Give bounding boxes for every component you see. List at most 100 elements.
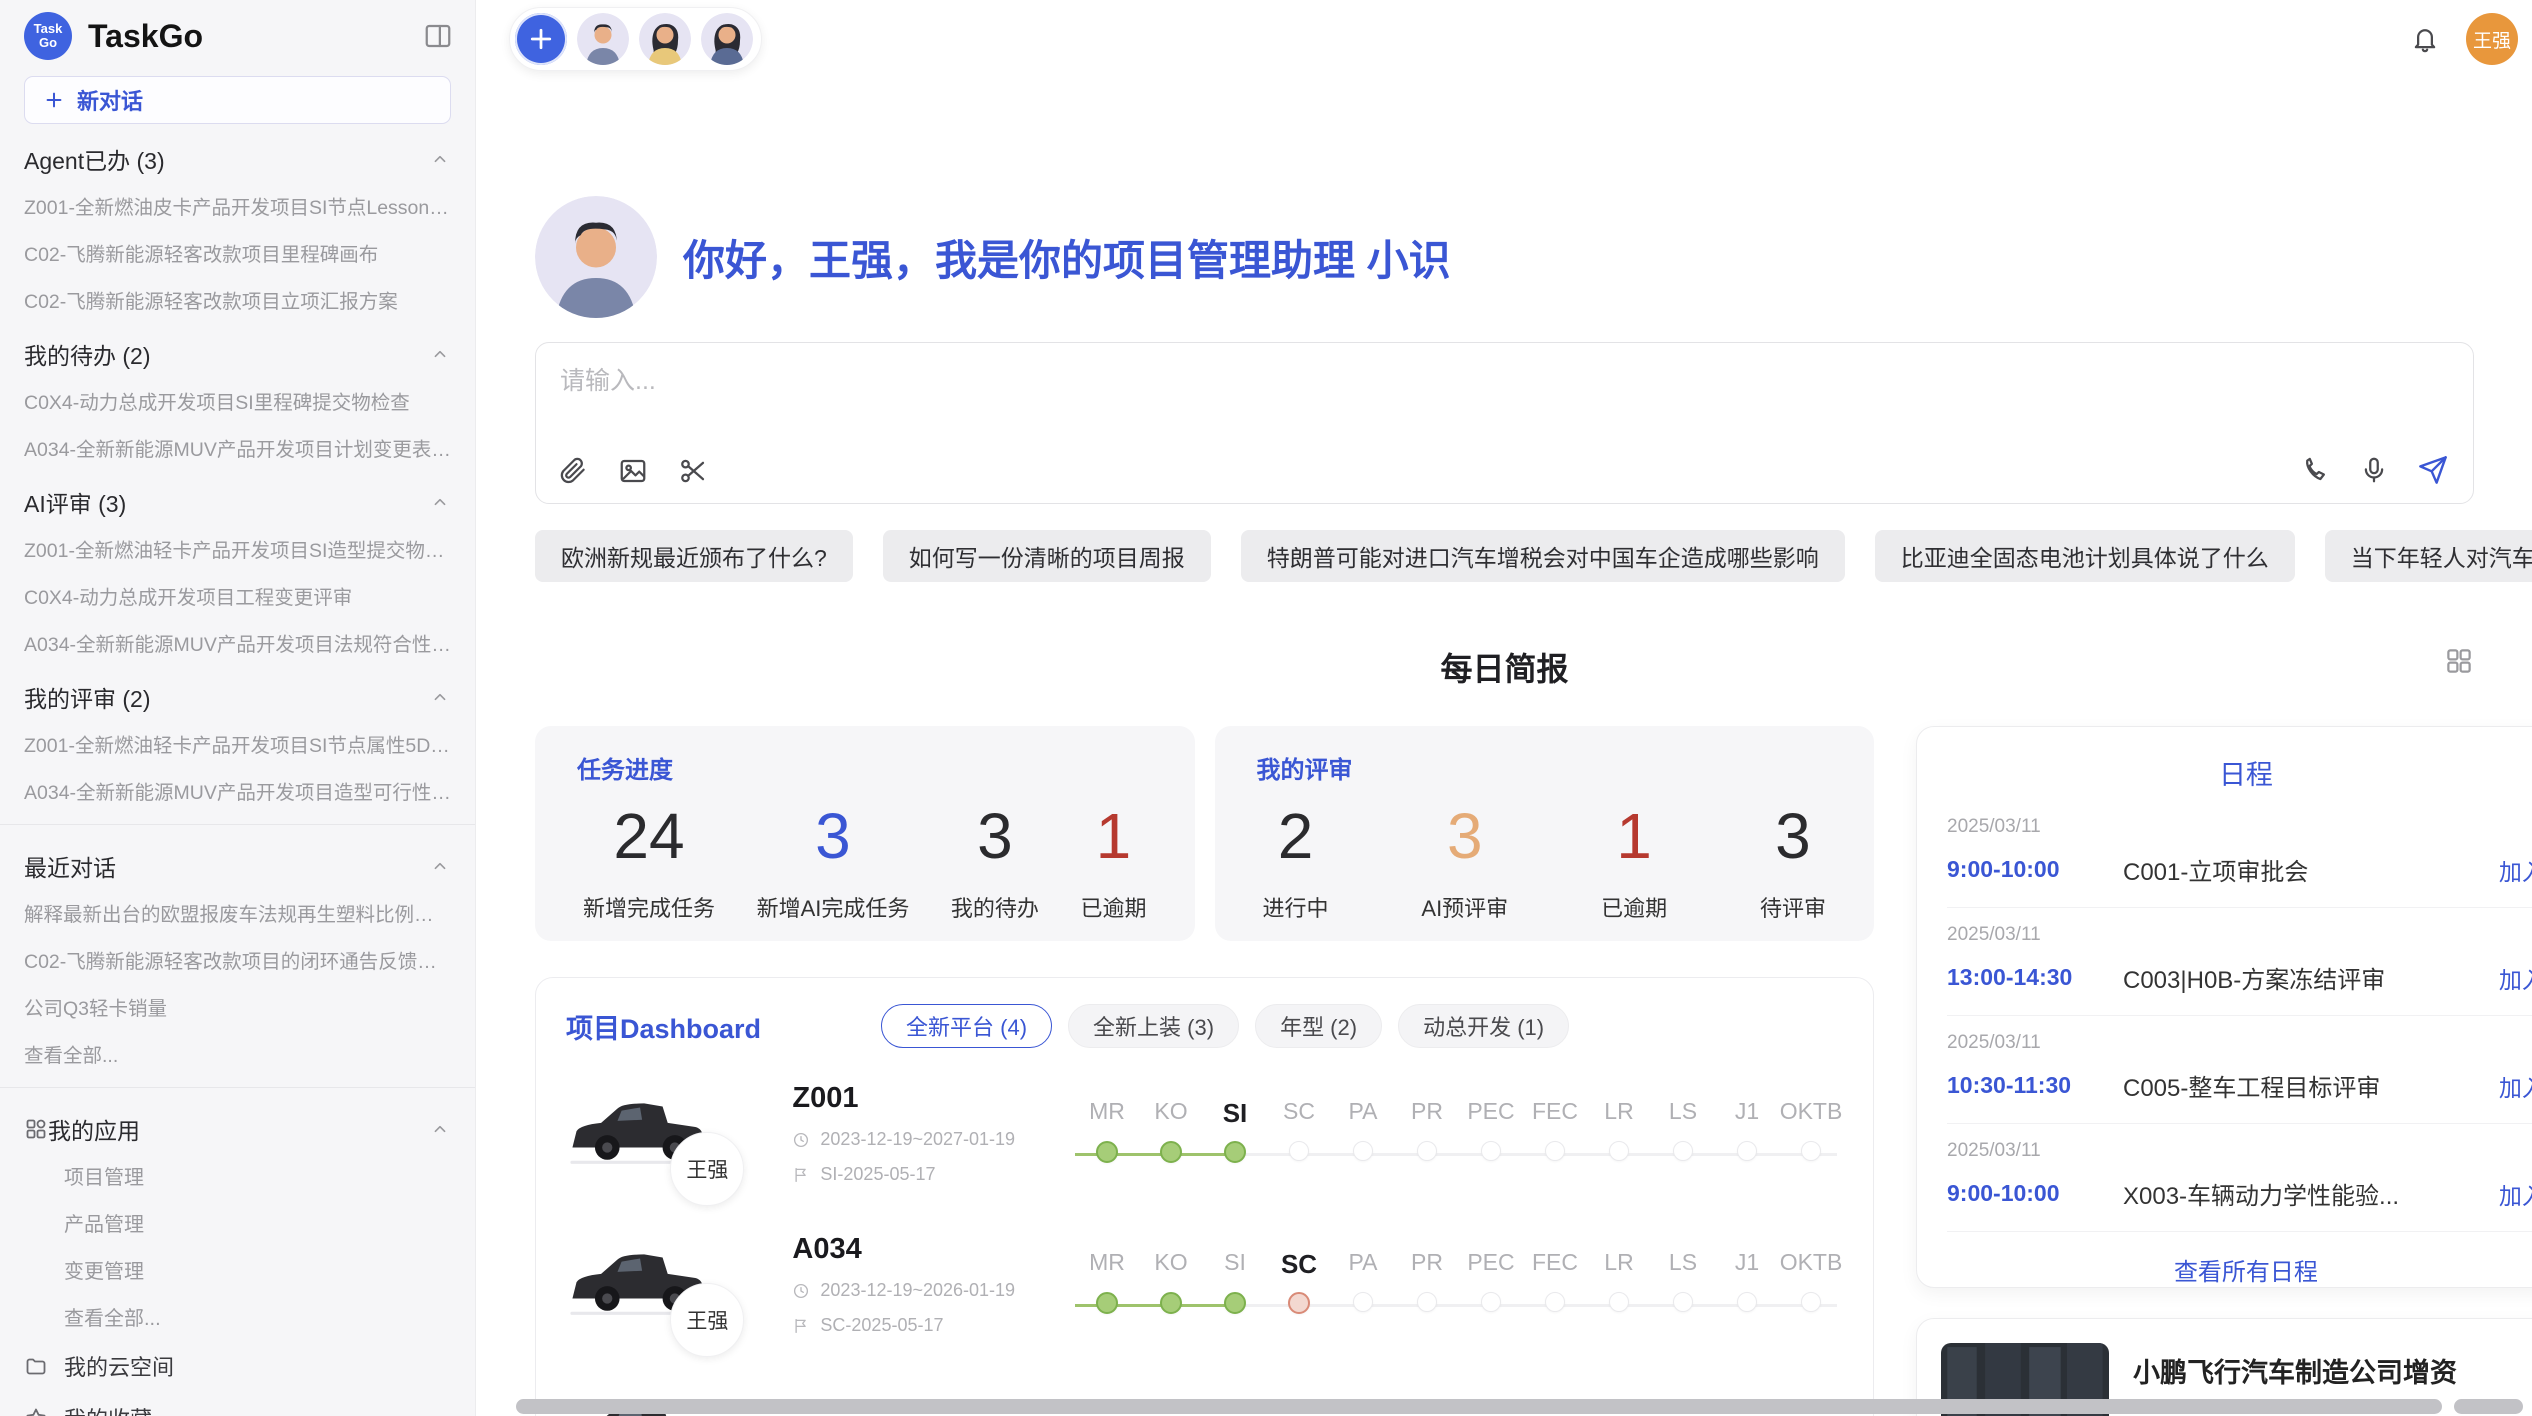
sidebar-item-star[interactable]: 我的收藏	[0, 1392, 475, 1416]
plus-icon	[526, 24, 556, 54]
view-all-schedule-link[interactable]: 查看所有日程	[1947, 1232, 2532, 1287]
schedule-date: 2025/03/11	[1947, 924, 2532, 946]
chat-input[interactable]	[558, 359, 2062, 433]
attach-file-button[interactable]	[558, 456, 588, 489]
join-link[interactable]: 加入	[2499, 853, 2532, 887]
dashboard-tab[interactable]: 全新平台 (4)	[881, 1004, 1052, 1048]
member-avatar[interactable]	[639, 13, 691, 65]
sidebar-item[interactable]: A034-全新新能源MUV产品开发项目计划变更表编写	[0, 424, 475, 471]
stat: 24新增完成任务	[583, 785, 715, 923]
chat-input-box[interactable]	[535, 342, 2474, 504]
sidebar-section-header[interactable]: Agent已办 (3)	[0, 128, 475, 182]
view-all-link[interactable]: 查看全部...	[0, 1030, 475, 1077]
dashboard-tab[interactable]: 年型 (2)	[1255, 1004, 1382, 1048]
flag-icon	[792, 1166, 810, 1184]
join-link[interactable]: 加入	[2499, 1177, 2532, 1211]
horizontal-scrollbar-thumb[interactable]	[516, 1399, 2442, 1414]
milestone-labels: MRKOSISCPAPRPECFECLRLSJ1OKTB	[1075, 1249, 1843, 1280]
sidebar-section-title: AI评审 (3)	[24, 485, 429, 519]
sidebar-item[interactable]: C02-飞腾新能源轻客改款项目里程碑画布	[0, 229, 475, 276]
microphone-icon	[2359, 455, 2389, 485]
send-button[interactable]	[2417, 454, 2449, 489]
sidebar-section-header[interactable]: 我的待办 (2)	[0, 323, 475, 377]
sidebar-item[interactable]: Z001-全新燃油轻卡产品开发项目SI造型提交物评审	[0, 525, 475, 572]
notification-bell-icon[interactable]	[2410, 24, 2440, 54]
member-avatar[interactable]	[701, 13, 753, 65]
sidebar-app-item[interactable]: 项目管理	[0, 1152, 475, 1199]
sidebar-section-header[interactable]: 我的评审 (2)	[0, 666, 475, 720]
sidebar-item[interactable]: C0X4-动力总成开发项目SI里程碑提交物检查	[0, 377, 475, 424]
milestone-dot	[1289, 1141, 1309, 1161]
stat-items: 2进行中3AI预评审1已逾期3待评审	[1257, 785, 1833, 923]
app-logo-line1: Task	[34, 22, 63, 36]
sidebar-item[interactable]: A034-全新新能源MUV产品开发项目造型可行性评审	[0, 767, 475, 814]
sidebar-item-cloud-folder[interactable]: 我的云空间	[0, 1340, 475, 1392]
sidebar-section-header[interactable]: AI评审 (3)	[0, 471, 475, 525]
dashboard-tab[interactable]: 全新上装 (3)	[1068, 1004, 1239, 1048]
topbar-right: 王强	[2410, 13, 2518, 65]
sidebar-item[interactable]: C0X4-动力总成开发项目工程变更评审	[0, 572, 475, 619]
project-list: 王强Z0012023-12-19~2027-01-19SI-2025-05-17…	[536, 1056, 1873, 1416]
sidebar-item[interactable]: Z001-全新燃油轻卡产品开发项目SI节点属性5D文件评审	[0, 720, 475, 767]
milestone-label: SI	[1203, 1098, 1267, 1129]
project-date-range: 2023-12-19~2026-01-19	[792, 1280, 1035, 1301]
milestone-label: OKTB	[1779, 1098, 1843, 1129]
sidebar-scroll: Agent已办 (3)Z001-全新燃油皮卡产品开发项目SI节点Lesson L…	[0, 128, 475, 1416]
view-all-link[interactable]: 查看全部...	[0, 1293, 475, 1340]
voice-call-button[interactable]	[2301, 455, 2331, 488]
sidebar-section-header[interactable]: 我的应用	[0, 1098, 475, 1152]
join-link[interactable]: 加入	[2499, 961, 2532, 995]
sidebar-item[interactable]: Z001-全新燃油皮卡产品开发项目SI节点Lesson Learn报告	[0, 182, 475, 229]
stat-items: 24新增完成任务3新增AI完成任务3我的待办1已逾期	[577, 785, 1153, 923]
suggestion-chip[interactable]: 如何写一份清晰的项目周报	[883, 530, 1211, 582]
topbar: 王强	[476, 0, 2532, 72]
add-member-button[interactable]	[515, 13, 567, 65]
snippet-button[interactable]	[678, 456, 708, 489]
milestone-dot	[1737, 1141, 1757, 1161]
sidebar-collapse-icon[interactable]	[423, 21, 453, 51]
horizontal-scrollbar-corner[interactable]	[2454, 1399, 2523, 1414]
user-avatar[interactable]: 王强	[2466, 13, 2518, 65]
chevron-up-icon	[429, 343, 451, 365]
join-link[interactable]: 加入	[2499, 1069, 2532, 1103]
schedule-time: 9:00-10:00	[1947, 856, 2123, 883]
new-chat-button[interactable]: 新对话	[24, 76, 451, 124]
suggestion-chips: 欧洲新规最近颁布了什么? 如何写一份清晰的项目周报特朗普可能对进口汽车增税会对中国…	[535, 530, 2474, 582]
layout-toggle-button[interactable]	[2444, 646, 2474, 679]
milestone-dot	[1160, 1141, 1182, 1163]
sidebar-app-item[interactable]: 产品管理	[0, 1199, 475, 1246]
sidebar-item[interactable]: C02-飞腾新能源轻客改款项目立项汇报方案	[0, 276, 475, 323]
sidebar-header: Task Go TaskGo	[0, 0, 475, 66]
suggestion-chip[interactable]: 比亚迪全固态电池计划具体说了什么	[1875, 530, 2295, 582]
stat-card-title: 我的评审	[1257, 750, 1833, 785]
sidebar-item[interactable]: A034-全新新能源MUV产品开发项目法规符合性评审	[0, 619, 475, 666]
milestone-label: MR	[1075, 1249, 1139, 1280]
dashboard-tabs: 全新平台 (4) 全新上装 (3) 年型 (2) 动总开发 (1)	[881, 1004, 1569, 1048]
milestone-dot-cell	[1523, 1292, 1587, 1314]
project-row[interactable]: 王强A0342023-12-19~2026-01-19SC-2025-05-17…	[536, 1207, 1873, 1358]
project-row[interactable]: 王强Z0012023-12-19~2027-01-19SI-2025-05-17…	[536, 1056, 1873, 1207]
suggestion-chip[interactable]: 当下年轻人对汽车外观有怎样的喜好趋势	[2325, 530, 2532, 582]
milestone-dot	[1224, 1292, 1246, 1314]
attach-image-button[interactable]	[618, 456, 648, 489]
sidebar-item[interactable]: 公司Q3轻卡销量	[0, 983, 475, 1030]
milestone-dot-cell	[1203, 1141, 1267, 1163]
sidebar-section-title: 最近对话	[24, 849, 429, 883]
sidebar-app-item[interactable]: 变更管理	[0, 1246, 475, 1293]
sidebar-item[interactable]: C02-飞腾新能源轻客改款项目的闭环通告反馈情况	[0, 936, 475, 983]
milestone-dot	[1353, 1141, 1373, 1161]
milestone-dot	[1673, 1141, 1693, 1161]
sidebar-section-title: 我的应用	[48, 1112, 429, 1146]
sidebar-section-header[interactable]: 最近对话	[0, 835, 475, 889]
cloud-folder-icon	[24, 1354, 48, 1378]
input-attachments	[558, 456, 708, 489]
microphone-button[interactable]	[2359, 455, 2389, 488]
member-avatar[interactable]	[577, 13, 629, 65]
suggestion-chip[interactable]: 欧洲新规最近颁布了什么?	[535, 530, 853, 582]
schedule-time: 9:00-10:00	[1947, 1180, 2123, 1207]
milestone-label: MR	[1075, 1098, 1139, 1129]
sidebar-item[interactable]: 解释最新出台的欧盟报废车法规再生塑料比例被调至15%...	[0, 889, 475, 936]
suggestion-chip[interactable]: 特朗普可能对进口汽车增税会对中国车企造成哪些影响	[1241, 530, 1845, 582]
dashboard-tab[interactable]: 动总开发 (1)	[1398, 1004, 1569, 1048]
milestone-dot	[1353, 1292, 1373, 1312]
